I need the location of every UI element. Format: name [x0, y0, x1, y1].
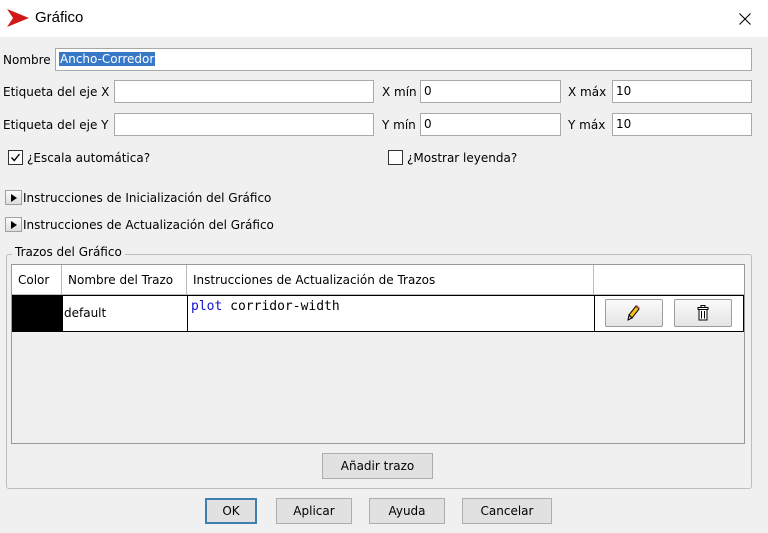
update-commands-toggle[interactable] [5, 217, 22, 232]
show-legend-label: ¿Mostrar leyenda? [407, 151, 518, 165]
plot-pens-title: Trazos del Gráfico [12, 245, 125, 259]
pen-name: default [64, 306, 107, 320]
name-input-value: Ancho-Corredor [59, 52, 156, 66]
x-axis-label: Etiqueta del eje X [3, 85, 110, 99]
delete-pen-button[interactable] [674, 299, 732, 327]
cancel-button[interactable]: Cancelar [462, 498, 552, 524]
y-axis-label: Etiqueta del eje Y [3, 118, 109, 132]
trash-icon [697, 305, 709, 321]
autoscale-label: ¿Escala automática? [27, 151, 151, 165]
y-axis-input[interactable] [114, 113, 374, 136]
apply-button[interactable]: Aplicar [276, 498, 352, 524]
ymax-input[interactable]: 10 [612, 113, 752, 136]
ymin-label: Y mín [382, 118, 416, 132]
xmin-input[interactable]: 0 [420, 80, 561, 103]
setup-commands-label[interactable]: Instrucciones de Inicialización del Gráf… [23, 191, 271, 205]
setup-commands-toggle[interactable] [5, 190, 22, 205]
xmax-input[interactable]: 10 [612, 80, 752, 103]
netlogo-arrow-icon [7, 9, 29, 27]
title-bar: Gráfico [0, 0, 768, 37]
table-row[interactable]: default plot corridor-width [12, 295, 744, 332]
triangle-right-icon [11, 221, 17, 229]
show-legend-checkbox[interactable] [388, 150, 403, 165]
column-header-update-commands[interactable]: Instrucciones de Actualización de Trazos [187, 265, 594, 295]
pen-update-code-cell[interactable]: plot corridor-width [188, 296, 595, 331]
edit-pen-button[interactable] [605, 299, 663, 327]
close-icon [739, 12, 751, 25]
help-button[interactable]: Ayuda [369, 498, 445, 524]
xmax-label: X máx [568, 85, 607, 99]
close-button[interactable] [722, 0, 768, 37]
checkmark-icon [10, 153, 21, 162]
pen-color-swatch[interactable] [13, 296, 63, 331]
ymin-input[interactable]: 0 [420, 113, 561, 136]
pencil-icon [627, 305, 640, 321]
name-label: Nombre [3, 53, 51, 67]
window-title: Gráfico [35, 9, 84, 26]
triangle-right-icon [11, 194, 17, 202]
ok-button[interactable]: OK [205, 498, 257, 524]
code-argument: corridor-width [222, 299, 340, 314]
update-commands-label[interactable]: Instrucciones de Actualización del Gráfi… [23, 218, 274, 232]
column-header-pen-name[interactable]: Nombre del Trazo [62, 265, 187, 295]
ymax-label: Y máx [568, 118, 606, 132]
name-input[interactable]: Ancho-Corredor [55, 48, 752, 71]
column-header-actions [594, 265, 744, 295]
pens-table: Color Nombre del Trazo Instrucciones de … [11, 264, 745, 444]
xmin-label: X mín [382, 85, 417, 99]
pen-name-cell[interactable]: default [63, 296, 188, 331]
autoscale-checkbox[interactable] [8, 150, 23, 165]
add-pen-button[interactable]: Añadir trazo [322, 453, 433, 479]
code-keyword: plot [191, 299, 223, 314]
column-header-color[interactable]: Color [12, 265, 62, 295]
x-axis-input[interactable] [114, 80, 374, 103]
